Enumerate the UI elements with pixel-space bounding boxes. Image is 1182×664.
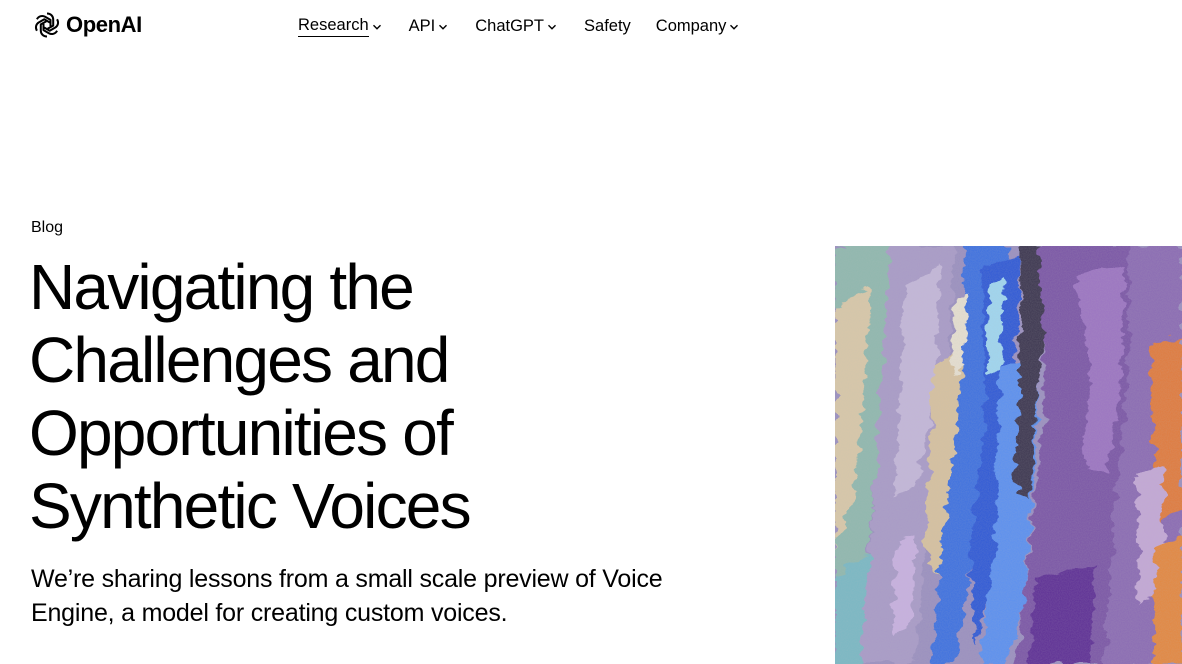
article-category-link[interactable]: Blog (31, 217, 63, 239)
site-header: OpenAI Research API ChatGPT Safety Compa… (0, 0, 1182, 52)
nav-label-research: Research (298, 15, 369, 37)
nav-item-company[interactable]: Company (656, 14, 740, 38)
nav-item-chatgpt[interactable]: ChatGPT (475, 14, 557, 38)
nav-item-api[interactable]: API (409, 14, 449, 38)
brand-name: OpenAI (66, 12, 142, 37)
openai-knot-icon (34, 12, 60, 38)
nav-item-safety[interactable]: Safety (584, 14, 631, 38)
hero-image (835, 246, 1182, 664)
abstract-painting-image (835, 246, 1182, 664)
nav-label-chatgpt: ChatGPT (475, 17, 545, 35)
chevron-down-icon (372, 24, 381, 30)
chevron-down-icon (439, 24, 448, 30)
article-title: Navigating the Challenges and Opportunit… (29, 251, 472, 542)
chevron-down-icon (730, 24, 739, 30)
main-nav: Research API ChatGPT Safety Company (298, 14, 739, 38)
nav-label-company: Company (655, 17, 727, 35)
article-subtitle: We’re sharing lessons from a small scale… (31, 565, 663, 627)
nav-label-api: API (408, 17, 436, 35)
nav-item-research[interactable]: Research (298, 15, 382, 37)
chevron-down-icon (548, 24, 557, 30)
openai-logo-link[interactable]: OpenAI (31, 9, 142, 41)
nav-label-safety: Safety (584, 17, 631, 35)
